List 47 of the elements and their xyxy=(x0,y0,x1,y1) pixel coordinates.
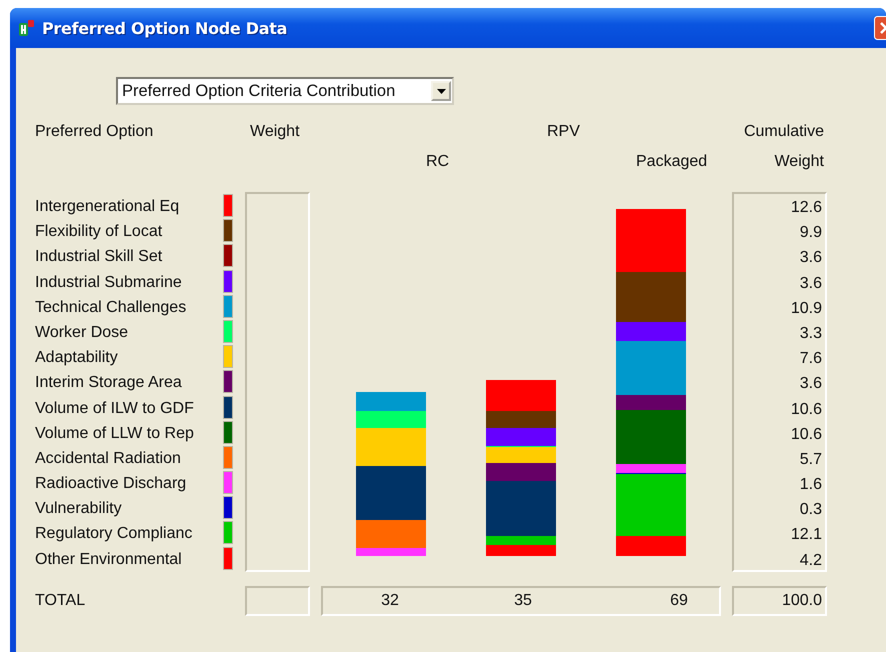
total-value: 32 xyxy=(381,592,399,610)
criterion-label: Accidental Radiation xyxy=(35,448,182,469)
cumulative-value: 5.7 xyxy=(798,450,822,470)
cumulative-value: 3.6 xyxy=(798,248,822,268)
criterion-label: Volume of ILW to GDF xyxy=(35,398,195,418)
cumulative-value: 7.6 xyxy=(798,349,822,370)
criterion-label: Intergenerational Eq xyxy=(35,197,180,217)
total-label: TOTAL xyxy=(35,592,86,610)
column-header: Preferred Option xyxy=(35,123,154,141)
column-header: Weight xyxy=(774,153,824,171)
total-value: 100.0 xyxy=(782,592,822,610)
total-value: 69 xyxy=(670,592,688,610)
total-weight-field xyxy=(245,586,310,616)
criterion-label: Flexibility of Locat xyxy=(35,222,164,242)
criterion-label: Volume of LLW to Rep xyxy=(35,424,195,444)
cumulative-value: 9.9 xyxy=(798,223,822,244)
cumulative-value: 12.6 xyxy=(790,198,822,218)
column-header: Weight xyxy=(250,123,300,141)
cumulative-value: 4.2 xyxy=(798,550,822,571)
dropdown-arrow-icon xyxy=(436,88,446,94)
column-header: Packaged xyxy=(636,153,708,171)
app-icon xyxy=(18,19,36,37)
total-value: 35 xyxy=(514,592,532,610)
cumulative-value: 12.1 xyxy=(790,525,822,546)
column-header: RPV xyxy=(547,123,580,141)
window-title: Preferred Option Node Data xyxy=(42,18,288,38)
criterion-label: Vulnerability xyxy=(35,499,123,520)
cumulative-value: 0.3 xyxy=(798,500,822,520)
cumulative-value: 3.3 xyxy=(798,324,822,344)
criterion-label: Radioactive Discharg xyxy=(35,474,188,494)
view-dropdown[interactable]: Preferred Option Criteria Contribution xyxy=(116,77,454,105)
criterion-label: Adaptability xyxy=(35,348,119,368)
cumulative-value: 10.6 xyxy=(790,424,822,445)
criterion-label: Regulatory Complianc xyxy=(35,524,194,544)
criterion-label: Industrial Submarine xyxy=(35,272,183,293)
cumulative-value: 3.6 xyxy=(798,374,822,394)
column-header: RC xyxy=(426,153,450,171)
cumulative-value: 10.9 xyxy=(790,298,822,319)
criterion-label: Worker Dose xyxy=(35,322,130,343)
cumulative-value: 3.6 xyxy=(798,274,822,294)
column-header: Cumulative xyxy=(744,123,824,141)
cumulative-value: 10.6 xyxy=(790,400,822,420)
criterion-label: Interim Storage Area xyxy=(35,373,183,394)
criterion-label: Technical Challenges xyxy=(35,298,188,318)
cumulative-value: 1.6 xyxy=(798,475,822,496)
criterion-label: Other Environmental xyxy=(35,550,183,570)
criterion-label: Industrial Skill Set xyxy=(35,247,164,268)
